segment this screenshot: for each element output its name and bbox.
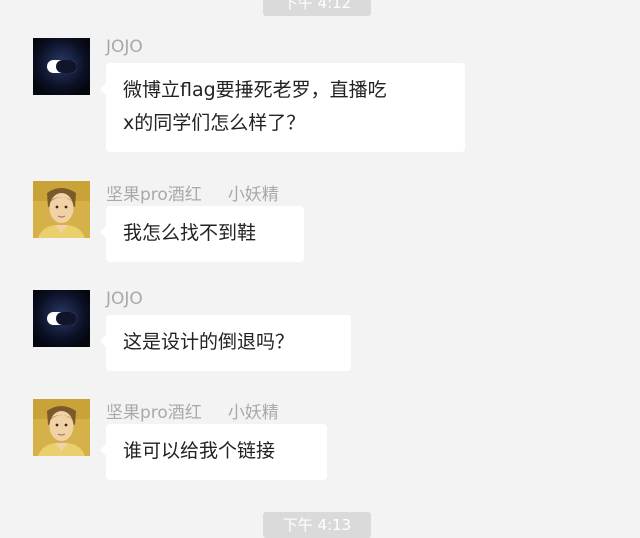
- message-bubble[interactable]: 谁可以给我个链接: [100, 424, 327, 480]
- avatar-nut-pro[interactable]: [33, 399, 90, 456]
- message-text-line: 微博立flag要捶死老罗，直播吃: [123, 79, 387, 101]
- sender-nickname: JOJO: [106, 37, 143, 57]
- message-text-line: x的同学们怎么样了？: [123, 112, 306, 134]
- sender-name: JOJO: [106, 37, 143, 57]
- sender-nickname: 坚果pro酒红: [106, 185, 202, 205]
- message-bubble[interactable]: 我怎么找不到鞋: [100, 206, 304, 262]
- portrait-avatar-icon: [33, 181, 90, 238]
- avatar-jojo[interactable]: [33, 38, 90, 95]
- timestamp-bottom: 下午 4:13: [263, 512, 371, 538]
- dark-oval-avatar-icon: [33, 38, 90, 95]
- sender-alias: 小妖精: [227, 403, 279, 423]
- timestamp-top: 下午 4:12: [263, 0, 371, 16]
- sender-alias: 小妖精: [227, 185, 279, 205]
- sender-name: 坚果pro酒红 小妖精: [106, 398, 279, 423]
- avatar-jojo[interactable]: [33, 290, 90, 347]
- sender-name: 坚果pro酒红 小妖精: [106, 180, 279, 205]
- portrait-avatar-icon: [33, 399, 90, 456]
- dark-oval-avatar-icon: [33, 290, 90, 347]
- avatar-nut-pro[interactable]: [33, 181, 90, 238]
- message-text-line: 这是设计的倒退吗？: [123, 331, 295, 353]
- message-bubble[interactable]: 微博立flag要捶死老罗，直播吃 x的同学们怎么样了？: [100, 63, 465, 152]
- sender-nickname: 坚果pro酒红: [106, 403, 202, 423]
- message-text-line: 谁可以给我个链接: [123, 440, 276, 462]
- sender-nickname: JOJO: [106, 289, 143, 309]
- chat-window: 下午 4:12 JOJO 微博立flag要捶死老罗，直播吃 x的同学们怎么样了？…: [0, 0, 640, 538]
- sender-name: JOJO: [106, 289, 143, 309]
- message-text-line: 我怎么找不到鞋: [123, 222, 257, 244]
- message-bubble[interactable]: 这是设计的倒退吗？: [100, 315, 351, 371]
